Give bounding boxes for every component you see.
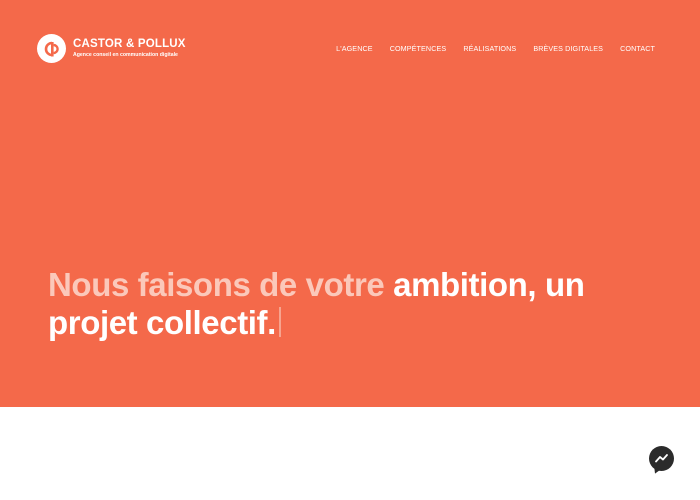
hero-headline: Nous faisons de votre ambition, un projet…: [48, 266, 668, 342]
nav-item-contact[interactable]: CONTACT: [620, 44, 655, 53]
main-nav: L'AGENCE COMPÉTENCES RÉALISATIONS BRÈVES…: [336, 44, 655, 53]
headline-dim-text: Nous faisons de votre: [48, 266, 394, 303]
brand-tagline: Agence conseil en communication digitale: [73, 52, 178, 58]
brand-logo-link[interactable]: CASTOR & POLLUX Agence conseil en commun…: [37, 34, 186, 63]
typing-cursor: [278, 307, 281, 337]
messenger-chat-button[interactable]: [649, 446, 674, 471]
cp-logo-icon: [37, 34, 66, 63]
nav-item-breves-digitales[interactable]: BRÈVES DIGITALES: [533, 44, 603, 53]
messenger-icon: [655, 454, 668, 463]
nav-item-realisations[interactable]: RÉALISATIONS: [463, 44, 516, 53]
brand-name: CASTOR & POLLUX: [73, 38, 186, 50]
headline-bright-text-2: projet collectif.: [48, 304, 276, 341]
headline-bright-text-1: ambition, un: [393, 266, 585, 303]
hero-section: CASTOR & POLLUX Agence conseil en commun…: [0, 0, 700, 407]
brand-text: CASTOR & POLLUX Agence conseil en commun…: [73, 38, 186, 59]
nav-item-agence[interactable]: L'AGENCE: [336, 44, 373, 53]
nav-item-competences[interactable]: COMPÉTENCES: [390, 44, 447, 53]
